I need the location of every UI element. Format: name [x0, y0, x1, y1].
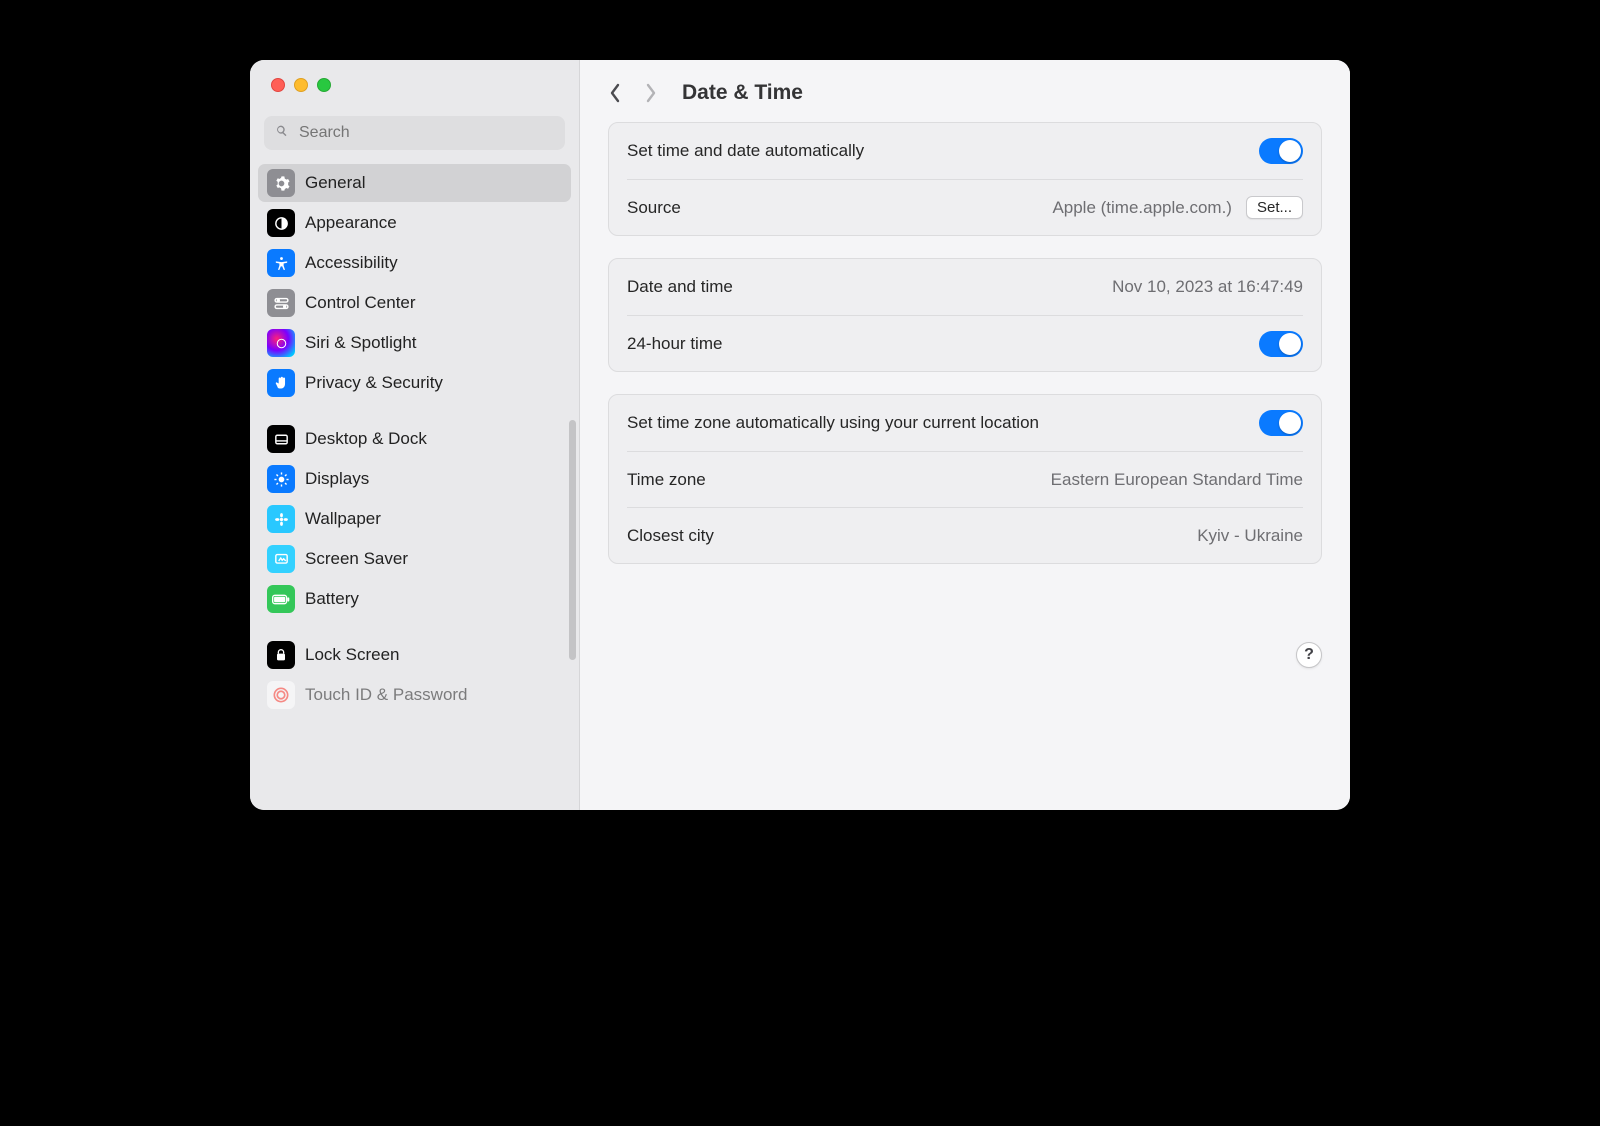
sidebar-item-label: Appearance: [305, 213, 397, 233]
content: Set time and date automatically Source A…: [580, 122, 1350, 594]
sidebar-item-label: General: [305, 173, 365, 193]
row-label: 24-hour time: [627, 334, 722, 354]
window-controls: [250, 60, 579, 102]
time-zone-value: Eastern European Standard Time: [1051, 470, 1303, 490]
sidebar: General Appearance Accessibility Control…: [250, 60, 580, 810]
battery-icon: [267, 585, 295, 613]
sidebar-item-label: Control Center: [305, 293, 416, 313]
card-date-time: Date and time Nov 10, 2023 at 16:47:49 2…: [608, 258, 1322, 372]
forward-button[interactable]: [636, 78, 666, 108]
sidebar-item-lock-screen[interactable]: Lock Screen: [258, 636, 571, 674]
help-button[interactable]: ?: [1296, 642, 1322, 668]
sidebar-item-label: Lock Screen: [305, 645, 400, 665]
sidebar-item-label: Battery: [305, 589, 359, 609]
row-label: Set time zone automatically using your c…: [627, 413, 1039, 433]
fingerprint-icon: [267, 681, 295, 709]
flower-icon: [267, 505, 295, 533]
appearance-icon: [267, 209, 295, 237]
toggle-24-hour[interactable]: [1259, 331, 1303, 357]
sidebar-item-label: Accessibility: [305, 253, 398, 273]
date-time-value: Nov 10, 2023 at 16:47:49: [1112, 277, 1303, 297]
minimize-window-button[interactable]: [294, 78, 308, 92]
card-auto-time: Set time and date automatically Source A…: [608, 122, 1322, 236]
row-label: Set time and date automatically: [627, 141, 864, 161]
page-title: Date & Time: [682, 81, 803, 105]
sidebar-item-battery[interactable]: Battery: [258, 580, 571, 618]
zoom-window-button[interactable]: [317, 78, 331, 92]
sidebar-item-privacy-security[interactable]: Privacy & Security: [258, 364, 571, 402]
sidebar-item-label: Desktop & Dock: [305, 429, 427, 449]
sun-icon: [267, 465, 295, 493]
main-panel: Date & Time Set time and date automatica…: [580, 60, 1350, 810]
sidebar-item-siri-spotlight[interactable]: Siri & Spotlight: [258, 324, 571, 362]
row-set-auto-time: Set time and date automatically: [627, 123, 1303, 179]
sidebar-scrollbar[interactable]: [569, 420, 576, 660]
sidebar-item-desktop-dock[interactable]: Desktop & Dock: [258, 420, 571, 458]
row-auto-timezone: Set time zone automatically using your c…: [627, 395, 1303, 451]
siri-icon: [267, 329, 295, 357]
row-24-hour: 24-hour time: [627, 315, 1303, 371]
row-date-time: Date and time Nov 10, 2023 at 16:47:49: [627, 259, 1303, 315]
settings-window: General Appearance Accessibility Control…: [250, 60, 1350, 810]
sidebar-list: General Appearance Accessibility Control…: [250, 156, 579, 810]
card-time-zone: Set time zone automatically using your c…: [608, 394, 1322, 564]
row-label: Closest city: [627, 526, 714, 546]
lock-icon: [267, 641, 295, 669]
toggle-auto-timezone[interactable]: [1259, 410, 1303, 436]
screensaver-icon: [267, 545, 295, 573]
accessibility-icon: [267, 249, 295, 277]
sidebar-item-label: Touch ID & Password: [305, 685, 468, 705]
main-header: Date & Time: [580, 60, 1350, 122]
sidebar-item-appearance[interactable]: Appearance: [258, 204, 571, 242]
search-icon: [274, 123, 297, 144]
closest-city-value: Kyiv - Ukraine: [1197, 526, 1303, 546]
sidebar-item-touch-id-password[interactable]: Touch ID & Password: [258, 676, 571, 714]
sidebar-item-label: Wallpaper: [305, 509, 381, 529]
sidebar-item-control-center[interactable]: Control Center: [258, 284, 571, 322]
gear-icon: [267, 169, 295, 197]
sidebar-item-wallpaper[interactable]: Wallpaper: [258, 500, 571, 538]
close-window-button[interactable]: [271, 78, 285, 92]
row-closest-city: Closest city Kyiv - Ukraine: [627, 507, 1303, 563]
toggle-auto-time[interactable]: [1259, 138, 1303, 164]
row-label: Source: [627, 198, 681, 218]
set-source-button[interactable]: Set...: [1246, 196, 1303, 219]
source-value: Apple (time.apple.com.): [1052, 198, 1232, 218]
row-label: Date and time: [627, 277, 733, 297]
sidebar-item-accessibility[interactable]: Accessibility: [258, 244, 571, 282]
sidebar-item-label: Siri & Spotlight: [305, 333, 417, 353]
sidebar-item-label: Screen Saver: [305, 549, 408, 569]
dock-icon: [267, 425, 295, 453]
hand-icon: [267, 369, 295, 397]
sidebar-item-screen-saver[interactable]: Screen Saver: [258, 540, 571, 578]
search-field[interactable]: [264, 116, 565, 150]
sidebar-item-general[interactable]: General: [258, 164, 571, 202]
search-input[interactable]: [297, 123, 555, 143]
back-button[interactable]: [600, 78, 630, 108]
row-time-zone: Time zone Eastern European Standard Time: [627, 451, 1303, 507]
switches-icon: [267, 289, 295, 317]
row-source: Source Apple (time.apple.com.) Set...: [627, 179, 1303, 235]
sidebar-item-label: Displays: [305, 469, 369, 489]
sidebar-item-displays[interactable]: Displays: [258, 460, 571, 498]
sidebar-item-label: Privacy & Security: [305, 373, 443, 393]
row-label: Time zone: [627, 470, 706, 490]
